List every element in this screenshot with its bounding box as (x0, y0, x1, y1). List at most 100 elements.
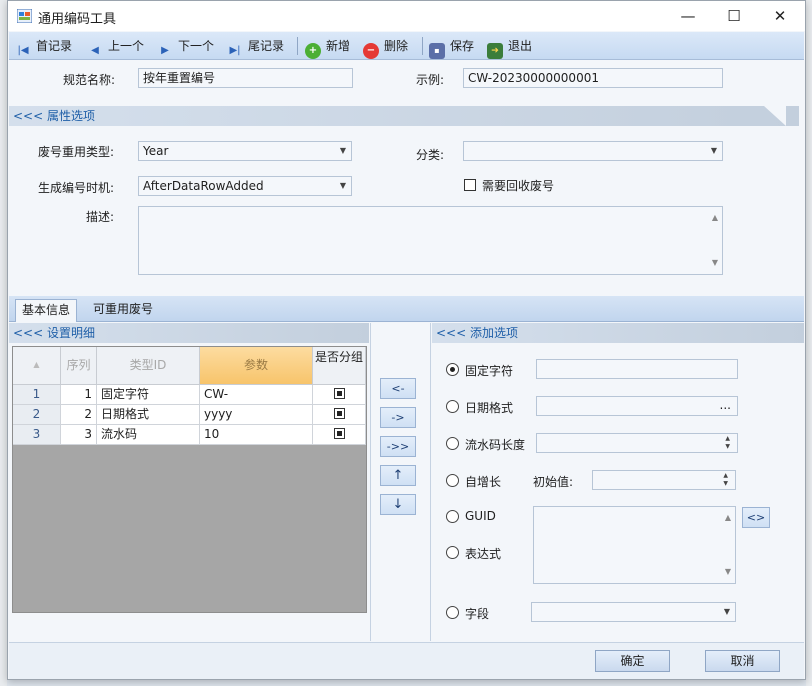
expr-textarea[interactable]: ▲ ▼ (533, 506, 736, 584)
next-record-label: 下一个 (178, 39, 215, 53)
example-input[interactable]: CW-20230000000001 (463, 68, 723, 88)
scroll-down-icon[interactable]: ▼ (725, 563, 731, 581)
date-input[interactable]: ... (536, 396, 738, 416)
last-record-button[interactable]: ▶| 尾记录 (227, 37, 284, 56)
cell-param[interactable]: 10 (200, 425, 313, 445)
init-value-label: 初始值: (533, 475, 574, 489)
column-header-seq[interactable]: 序列 (61, 347, 97, 385)
add-button[interactable]: + 新增 (305, 37, 351, 59)
first-record-icon: |◀ (17, 45, 29, 56)
close-button[interactable]: ✕ (757, 1, 803, 31)
delete-icon: − (363, 43, 379, 59)
cell-seq[interactable]: 1 (61, 385, 97, 405)
serial-length-spinner[interactable]: ▲ ▼ (536, 433, 738, 453)
example-label: 示例: (416, 73, 445, 87)
minimize-button[interactable]: — (665, 1, 711, 31)
panel-divider (370, 323, 371, 641)
footer-bar (9, 642, 804, 679)
guid-label: GUID (465, 509, 496, 523)
guid-radio[interactable] (446, 510, 459, 523)
cell-seq[interactable]: 2 (61, 405, 97, 425)
tab-reusable-numbers[interactable]: 可重用废号 (87, 299, 159, 322)
tab-basic-info[interactable]: 基本信息 (15, 299, 78, 322)
category-label: 分类: (416, 148, 445, 162)
fixed-input[interactable] (536, 359, 738, 379)
column-header-group[interactable]: 是否分组 (313, 347, 366, 385)
details-grid: ▲ 序列 类型ID 参数 是否分组 1 1 固定字符 CW- 2 2 日期格式 … (12, 346, 367, 613)
move-right-button[interactable]: -> (380, 407, 416, 428)
field-select[interactable]: ▼ (531, 602, 736, 622)
cell-type[interactable]: 流水码 (97, 425, 200, 445)
cancel-button[interactable]: 取消 (705, 650, 780, 672)
scroll-up-icon[interactable]: ▲ (725, 509, 731, 527)
details-section-header[interactable]: <<< 设置明细 (9, 323, 369, 343)
cell-param[interactable]: yyyy (200, 405, 313, 425)
expr-radio[interactable] (446, 546, 459, 559)
background-app-edge-right (806, 0, 812, 686)
ok-button[interactable]: 确定 (595, 650, 670, 672)
cell-group[interactable] (313, 385, 366, 405)
auto-radio[interactable] (446, 474, 459, 487)
first-record-button[interactable]: |◀ 首记录 (15, 37, 73, 56)
first-record-label: 首记录 (36, 39, 73, 53)
cell-seq[interactable]: 3 (61, 425, 97, 445)
scroll-down-icon[interactable]: ▼ (712, 254, 718, 272)
move-down-button[interactable]: ↓ (380, 494, 416, 515)
next-record-button[interactable]: ▶ 下一个 (157, 37, 215, 56)
move-all-right-button[interactable]: ->> (380, 436, 416, 457)
section-header-corner (764, 106, 786, 126)
maximize-button[interactable]: ☐ (711, 1, 757, 31)
expression-builder-button[interactable]: <> (742, 507, 770, 528)
delete-button[interactable]: − 删除 (363, 37, 409, 59)
cell-group[interactable] (313, 405, 366, 425)
options-section-header[interactable]: <<< 添加选项 (432, 323, 804, 343)
panel-divider (430, 323, 431, 641)
title-bar: 通用编码工具 — ☐ ✕ (8, 1, 805, 31)
scroll-up-icon[interactable]: ▲ (712, 209, 718, 227)
category-select[interactable]: ▼ (463, 141, 723, 161)
serial-radio[interactable] (446, 437, 459, 450)
move-left-button[interactable]: <- (380, 378, 416, 399)
recycle-checkbox[interactable] (464, 179, 476, 191)
last-record-icon: ▶| (229, 45, 241, 56)
date-radio[interactable] (446, 400, 459, 413)
save-button[interactable]: ▪ 保存 (429, 37, 475, 59)
cell-param[interactable]: CW- (200, 385, 313, 405)
column-header-type-id[interactable]: 类型ID (97, 347, 200, 385)
toolbar-separator (297, 37, 298, 55)
exit-label: 退出 (508, 39, 533, 53)
move-up-button[interactable]: ↑ (380, 465, 416, 486)
exit-button[interactable]: ➔ 退出 (487, 37, 533, 59)
cell-type[interactable]: 固定字符 (97, 385, 200, 405)
prev-record-label: 上一个 (108, 39, 145, 53)
group-checkbox[interactable] (333, 428, 345, 439)
row-header[interactable]: 3 (13, 425, 61, 445)
auto-label: 自增长 (465, 475, 502, 489)
gen-time-select[interactable]: AfterDataRowAdded ▼ (138, 176, 352, 196)
spinner-arrows-icon[interactable]: ▲ ▼ (725, 435, 730, 451)
cell-group[interactable] (313, 425, 366, 445)
init-value-spinner[interactable]: ▲ ▼ (592, 470, 736, 490)
cell-type[interactable]: 日期格式 (97, 405, 200, 425)
save-label: 保存 (450, 39, 475, 53)
fixed-radio[interactable] (446, 363, 459, 376)
reuse-type-select[interactable]: Year ▼ (138, 141, 352, 161)
ellipsis-button[interactable]: ... (720, 396, 731, 414)
prev-record-button[interactable]: ◀ 上一个 (87, 37, 145, 56)
spinner-arrows-icon[interactable]: ▲ ▼ (723, 472, 728, 488)
prev-record-icon: ◀ (91, 45, 99, 56)
grid-corner-header[interactable]: ▲ (13, 347, 61, 385)
add-label: 新增 (326, 39, 351, 53)
app-icon (17, 9, 32, 23)
group-checkbox[interactable] (333, 388, 345, 399)
row-header[interactable]: 2 (13, 405, 61, 425)
field-radio[interactable] (446, 606, 459, 619)
group-checkbox[interactable] (333, 408, 345, 419)
row-header[interactable]: 1 (13, 385, 61, 405)
column-header-param[interactable]: 参数 (200, 347, 313, 385)
properties-section-header[interactable]: <<< 属性选项 (9, 106, 799, 126)
delete-label: 删除 (384, 39, 409, 53)
rule-name-input[interactable]: 按年重置编号 (138, 68, 353, 88)
window-title: 通用编码工具 (38, 12, 117, 27)
desc-textarea[interactable]: ▲ ▼ (138, 206, 723, 275)
